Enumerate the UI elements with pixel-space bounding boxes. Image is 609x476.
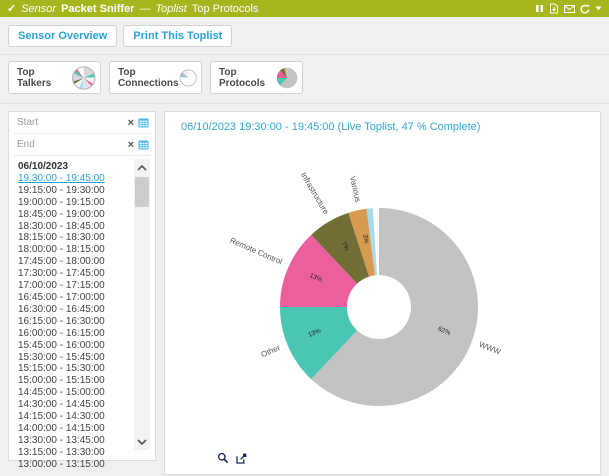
scroll-down-button[interactable] [134, 433, 150, 450]
tab-label: Top Connections [118, 67, 179, 89]
header-separator: — [139, 3, 150, 15]
open-external-icon[interactable] [236, 453, 247, 464]
svg-text:WWW: WWW [478, 340, 503, 357]
start-input-row: × [13, 112, 151, 134]
top-talkers-pie-icon [71, 65, 96, 91]
email-icon[interactable] [564, 5, 575, 13]
interval-filter-panel: × × 06/10/2023 19:30:00 - 19:45:0019:15:… [8, 111, 156, 461]
top-connections-pie-icon [179, 65, 197, 91]
clear-start-icon[interactable]: × [128, 118, 134, 128]
sensor-header-bar: ✓ Sensor Packet Sniffer — Toplist Top Pr… [0, 0, 609, 17]
top-protocols-pie-icon [276, 65, 298, 91]
tab-label: Top Talkers [17, 67, 71, 89]
pause-icon[interactable] [535, 4, 544, 13]
start-calendar-icon[interactable] [138, 117, 149, 128]
content-area: × × 06/10/2023 19:30:00 - 19:45:0019:15:… [0, 104, 609, 475]
end-input-row: × [13, 134, 151, 156]
toolbar: Sensor Overview Print This Toplist [0, 17, 609, 55]
toplist-chart-panel: 06/10/2023 19:30:00 - 19:45:00 (Live Top… [164, 111, 601, 475]
scrollbar-track[interactable] [134, 159, 150, 450]
interval-item[interactable]: 13:00:00 - 13:15:00 [18, 459, 155, 471]
tab-top-talkers[interactable]: Top Talkers [8, 61, 101, 94]
chart-footer-icons [217, 452, 247, 464]
protocol-donut-chart: 62%WWW13%Other13%Remote Control7%Infrast… [165, 112, 600, 474]
chevron-down-icon [137, 439, 147, 445]
report-icon[interactable] [549, 3, 559, 14]
toplist-tabs: Top Talkers Top Connections Top Protocol… [0, 55, 609, 104]
end-date-input[interactable] [15, 138, 124, 151]
toplist-name: Top Protocols [192, 3, 259, 15]
scroll-thumb[interactable] [135, 177, 149, 207]
toplist-label: Toplist [155, 3, 186, 15]
sensor-label: Sensor [21, 3, 56, 15]
dropdown-caret-icon[interactable] [595, 6, 602, 11]
end-calendar-icon[interactable] [138, 139, 149, 150]
svg-text:Infrastructure: Infrastructure [299, 171, 331, 217]
interval-list-wrap: 06/10/2023 19:30:00 - 19:45:0019:15:00 -… [9, 156, 155, 456]
svg-text:Other: Other [260, 343, 282, 359]
refresh-icon[interactable] [580, 4, 590, 14]
check-icon: ✓ [7, 2, 16, 15]
scrollbar-rail[interactable] [134, 176, 150, 433]
chevron-up-icon [137, 165, 147, 171]
scroll-up-button[interactable] [134, 159, 150, 176]
start-date-input[interactable] [15, 116, 124, 129]
sensor-name: Packet Sniffer [61, 3, 134, 15]
tab-top-protocols[interactable]: Top Protocols [210, 61, 303, 94]
svg-text:Remote Control: Remote Control [229, 236, 284, 267]
zoom-icon[interactable] [217, 452, 229, 464]
sensor-overview-button[interactable]: Sensor Overview [8, 25, 117, 47]
tab-top-connections[interactable]: Top Connections [109, 61, 202, 94]
svg-text:Various: Various [348, 175, 363, 203]
tab-label: Top Protocols [219, 67, 276, 89]
clear-end-icon[interactable]: × [128, 140, 134, 150]
print-toplist-button[interactable]: Print This Toplist [123, 25, 232, 47]
